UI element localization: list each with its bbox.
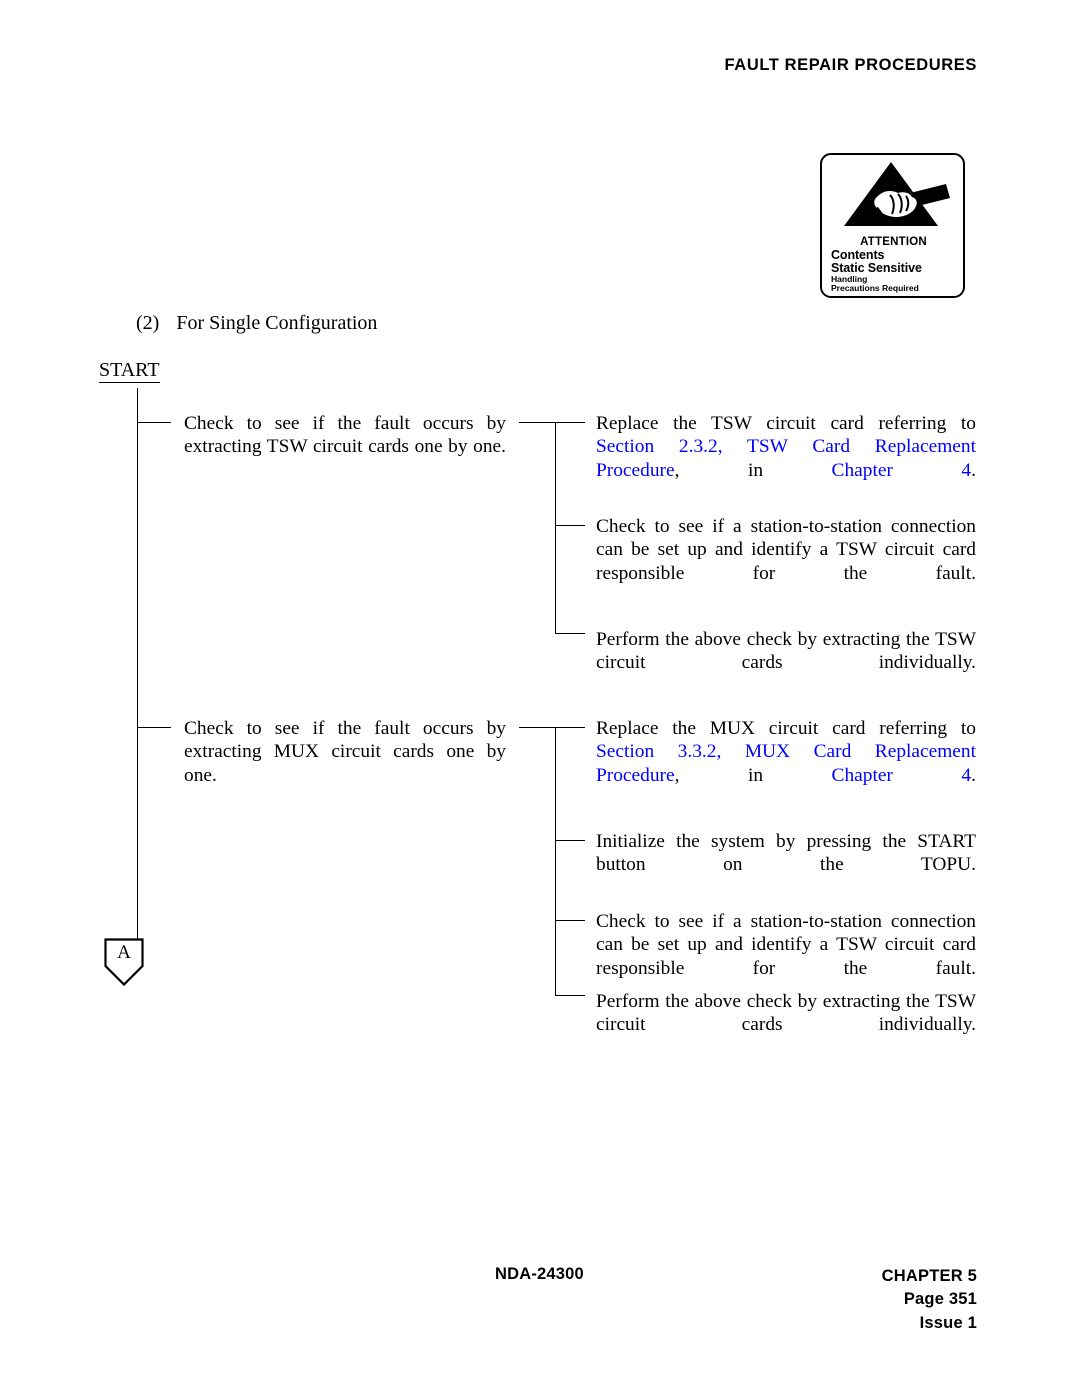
section-title: For Single Configuration <box>176 312 378 334</box>
flowline-g2-stub-1 <box>555 727 585 728</box>
page-header-title: FAULT REPAIR PROCEDURES <box>724 56 977 74</box>
flowline-g1-stub-3 <box>555 633 585 634</box>
flowline-g2-spine <box>555 727 556 995</box>
action-2-1-link-chapter[interactable]: Chapter 4 <box>832 765 972 786</box>
esd-warning-label: ATTENTION Contents Static Sensitive Hand… <box>820 153 965 298</box>
flowline-left-stub-2 <box>137 727 171 728</box>
document-page: FAULT REPAIR PROCEDURES ATTENTION Conten… <box>0 0 1080 1397</box>
flowchart-action-2-1: Replace the MUX circuit card referring t… <box>596 717 976 811</box>
esd-precautions-text: Precautions Required <box>831 282 919 293</box>
flowline-g1-entry <box>519 422 555 423</box>
flowchart-action-1-2: Check to see if a station-to-station con… <box>596 516 976 584</box>
esd-contents-text: Contents <box>831 247 885 262</box>
action-1-1-mid: , in <box>674 459 832 481</box>
flowchart-condition-1: Check to see if the fault occurs by extr… <box>184 413 506 458</box>
action-1-1-link-chapter[interactable]: Chapter 4 <box>832 460 972 481</box>
footer-issue: Issue 1 <box>919 1313 977 1332</box>
esd-static-sensitive-text: Static Sensitive <box>831 260 922 275</box>
flowchart-connector-a: A <box>104 938 144 986</box>
flowline-g1-spine <box>555 422 556 633</box>
footer-right-block: CHAPTER 5 Page 351 Issue 1 <box>882 1265 977 1335</box>
action-1-1-prefix: Replace the TSW circuit card referring t… <box>596 413 976 434</box>
flowline-g2-stub-3 <box>555 920 585 921</box>
flowchart-action-2-2: Initialize the system by pressing the ST… <box>596 831 976 876</box>
footer-chapter: CHAPTER 5 <box>881 1267 977 1285</box>
flowchart-action-1-3: Perform the above check by extracting th… <box>596 629 976 674</box>
action-1-1-suffix: . <box>971 459 976 481</box>
flowline-left-spine <box>137 388 138 941</box>
flowline-g1-stub-2 <box>555 525 585 526</box>
section-heading: (2) For Single Configuration <box>136 312 377 335</box>
esd-static-sensitive-icon <box>843 162 950 226</box>
flowchart-action-2-4: Perform the above check by extracting th… <box>596 991 976 1036</box>
footer-page-number: Page 351 <box>903 1290 977 1309</box>
flowline-g2-entry <box>519 727 555 728</box>
flowline-left-stub-1 <box>137 422 171 423</box>
flowline-g1-stub-1 <box>555 422 585 423</box>
action-2-1-prefix: Replace the MUX circuit card referring t… <box>596 718 976 739</box>
flowline-g2-stub-2 <box>555 840 585 841</box>
footer-document-number: NDA-24300 <box>495 1265 584 1283</box>
section-number: (2) <box>136 312 160 334</box>
flowchart-action-1-1: Replace the TSW circuit card referring t… <box>596 412 976 506</box>
flowchart-condition-2: Check to see if the fault occurs by extr… <box>184 718 506 786</box>
flowchart-start-node: START <box>99 359 160 383</box>
action-2-1-mid: , in <box>674 764 832 786</box>
connector-a-label: A <box>117 942 131 963</box>
action-2-1-suffix: . <box>971 764 976 786</box>
flowline-g2-stub-4 <box>555 995 585 996</box>
